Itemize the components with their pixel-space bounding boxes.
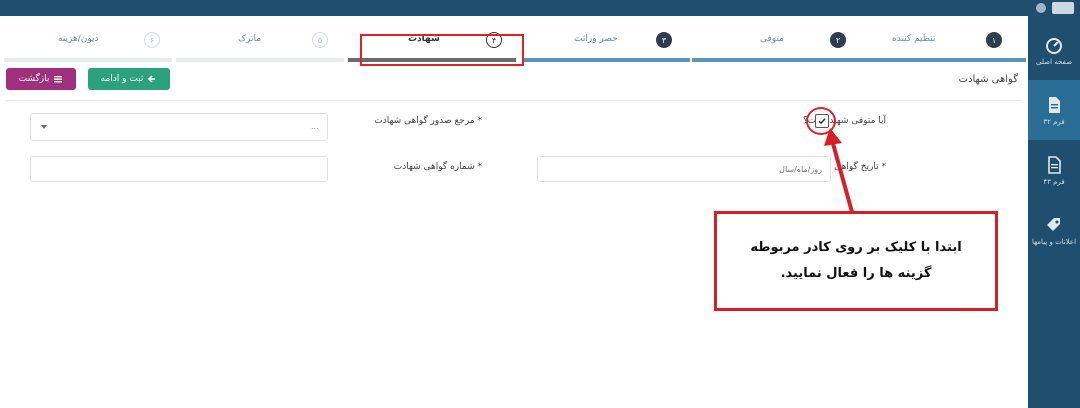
app-logo bbox=[1052, 2, 1074, 14]
sidebar-item-form-43[interactable]: فرم ۴۳ bbox=[1028, 140, 1080, 200]
topbar-user-area bbox=[1036, 2, 1074, 14]
issuer-label: مرجع صدور گواهی شهادت * bbox=[374, 116, 482, 126]
step-number: ۶ bbox=[144, 32, 160, 48]
document-outline-icon bbox=[1048, 155, 1061, 174]
current-step-highlight bbox=[360, 34, 524, 66]
instruction-callout: ابتدا با کلیک بر روی کادر مربوطه گزینه ه… bbox=[714, 211, 998, 311]
callout-line-1: ابتدا با کلیک بر روی کادر مربوطه bbox=[750, 240, 962, 255]
step-progress-bar bbox=[858, 58, 1026, 62]
main-content: ۱ تنظیم کننده ۲ متوفی ۳ حصر وراثت ۴ شهاد… bbox=[0, 16, 1028, 408]
sidebar-item-label: صفحه اصلی bbox=[1035, 57, 1073, 66]
wizard-step-5[interactable]: ۵ ماترک bbox=[174, 24, 346, 68]
sidebar-item-label: فرم ۴۳ bbox=[1043, 177, 1065, 186]
wizard-step-2[interactable]: ۲ متوفی bbox=[690, 24, 862, 68]
step-number: ۵ bbox=[312, 32, 328, 48]
step-number: ۱ bbox=[986, 32, 1002, 48]
back-button-label: بازگشت bbox=[18, 74, 50, 84]
step-number: ۲ bbox=[830, 32, 846, 48]
wizard-steps: ۱ تنظیم کننده ۲ متوفی ۳ حصر وراثت ۴ شهاد… bbox=[0, 24, 1028, 68]
user-avatar[interactable] bbox=[1036, 3, 1046, 13]
step-progress-bar bbox=[522, 58, 690, 62]
sidebar-item-form-32[interactable]: فرم ۳۲ bbox=[1028, 80, 1080, 140]
sidebar-item-home[interactable]: صفحه اصلی bbox=[1028, 20, 1080, 80]
back-button[interactable]: بازگشت bbox=[6, 68, 76, 90]
sidebar: صفحه اصلی فرم ۳۲ فرم ۴۳ اعلانات و پیامها bbox=[1028, 16, 1080, 408]
wizard-step-3[interactable]: ۳ حصر وراثت bbox=[520, 24, 692, 68]
document-icon bbox=[1049, 96, 1060, 113]
step-label: دیون/هزینه bbox=[58, 34, 99, 44]
step-label: حصر وراثت bbox=[574, 34, 618, 44]
arrow-left-icon bbox=[148, 75, 156, 83]
dashboard-icon bbox=[1046, 37, 1062, 54]
section-divider bbox=[6, 100, 1022, 101]
cert-date-input[interactable] bbox=[537, 156, 831, 182]
chevron-down-icon bbox=[41, 125, 47, 129]
step-progress-bar bbox=[692, 58, 860, 62]
top-bar bbox=[0, 0, 1080, 16]
step-label: ماترک bbox=[238, 34, 262, 44]
step-progress-bar bbox=[176, 58, 344, 62]
step-progress-bar bbox=[4, 58, 172, 62]
sidebar-item-label: اعلانات و پیامها bbox=[1031, 237, 1077, 246]
section-title: گواهی شهادت bbox=[958, 74, 1018, 85]
sidebar-item-label: فرم ۳۲ bbox=[1043, 117, 1065, 126]
issuer-select-value: ... bbox=[311, 122, 319, 131]
list-icon bbox=[54, 76, 63, 83]
step-label: متوفی bbox=[760, 34, 784, 44]
cert-number-label: شماره گواهی شهادت * bbox=[393, 162, 482, 172]
cert-number-input[interactable] bbox=[30, 156, 328, 182]
tag-icon bbox=[1047, 217, 1060, 231]
issuer-select[interactable]: ... bbox=[30, 113, 328, 141]
save-continue-button[interactable]: ثبت و ادامه bbox=[88, 68, 170, 90]
wizard-step-1[interactable]: ۱ تنظیم کننده bbox=[856, 24, 1028, 68]
wizard-step-6[interactable]: ۶ دیون/هزینه bbox=[2, 24, 174, 68]
save-button-label: ثبت و ادامه bbox=[100, 74, 144, 84]
sidebar-item-notifications[interactable]: اعلانات و پیامها bbox=[1028, 200, 1080, 260]
step-number: ۳ bbox=[656, 32, 672, 48]
step-label: تنظیم کننده bbox=[892, 34, 936, 44]
callout-line-2: گزینه ها را فعال نمایید. bbox=[780, 266, 932, 281]
